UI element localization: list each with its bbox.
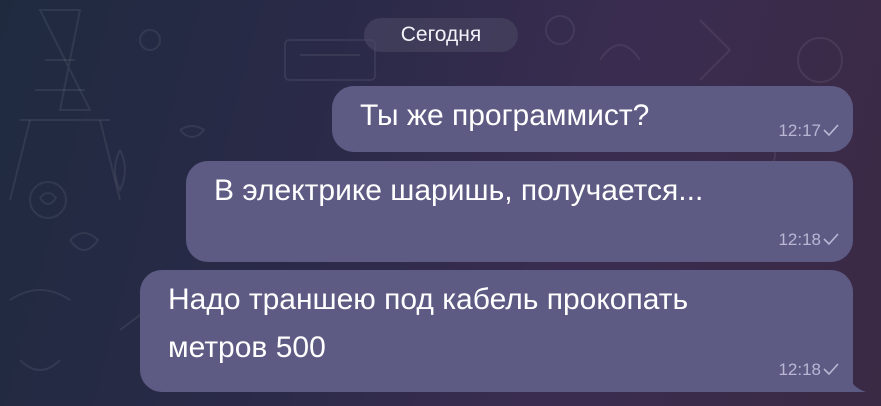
message-bubble[interactable]: В электрике шаришь, получается... 12:18 bbox=[186, 161, 853, 262]
message-text: В электрике шаришь, получается... bbox=[214, 174, 704, 207]
message-bubble[interactable]: Надо траншею под кабель прокопать метров… bbox=[140, 270, 853, 392]
message-time: 12:18 bbox=[778, 230, 821, 249]
checkmark-icon bbox=[823, 121, 839, 141]
checkmark-icon bbox=[823, 360, 839, 380]
message-bubble[interactable]: Ты же программист? 12:17 bbox=[332, 86, 853, 152]
message-text: Ты же программист? bbox=[360, 99, 650, 132]
message-meta: 12:17 bbox=[778, 121, 839, 141]
message-meta: 12:18 bbox=[778, 230, 839, 250]
message-time: 12:18 bbox=[778, 360, 821, 379]
message-text: Надо траншею под кабель прокопать метров… bbox=[168, 283, 689, 364]
checkmark-icon bbox=[823, 230, 839, 250]
message-meta: 12:18 bbox=[778, 360, 839, 380]
message-time: 12:17 bbox=[778, 121, 821, 140]
bubble-tail bbox=[846, 372, 866, 392]
date-separator: Сегодня bbox=[364, 18, 518, 52]
